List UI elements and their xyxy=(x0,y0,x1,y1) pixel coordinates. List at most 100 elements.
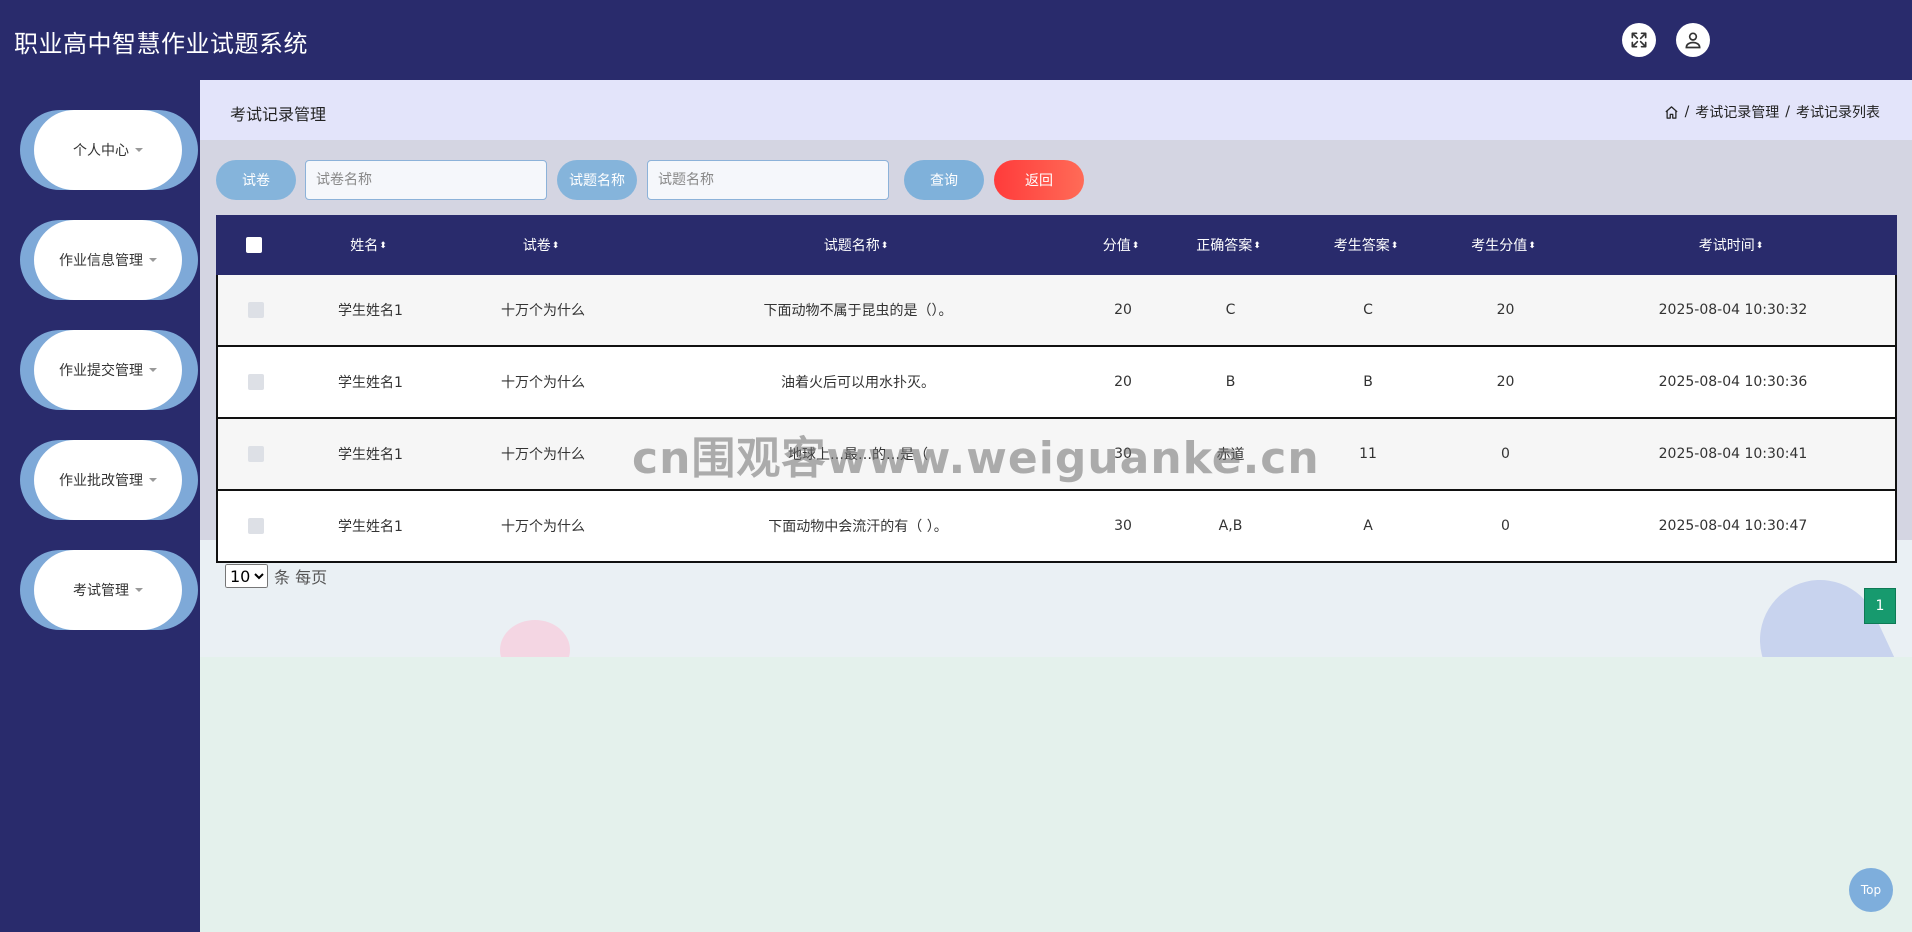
sort-icon: ⬍ xyxy=(1131,241,1140,251)
student-name-cell: 学生姓名1 xyxy=(338,519,403,535)
fullscreen-icon xyxy=(1631,32,1647,48)
row-select-cell xyxy=(218,302,293,318)
student-answer-cell: B xyxy=(1363,374,1373,390)
correct-answer-cell: A,B xyxy=(1218,518,1243,534)
sidebar-item-homework-grading[interactable]: 作业批改管理 xyxy=(20,440,198,520)
question-name-input[interactable] xyxy=(647,160,889,200)
back-to-top-button[interactable]: Top xyxy=(1849,868,1893,912)
paper-name-input[interactable] xyxy=(305,160,547,200)
page-button-current[interactable]: 1 xyxy=(1864,588,1896,624)
row-checkbox[interactable] xyxy=(247,374,264,390)
sidebar-item-personal-center[interactable]: 个人中心 xyxy=(20,110,198,190)
table-header: 姓名⬍ 试卷⬍ 试题名称⬍ 分值⬍ 正确答案⬍ 考生答案⬍ 考生分值⬍ 考试时间… xyxy=(216,215,1897,275)
student-score-cell: 0 xyxy=(1501,446,1510,462)
sort-icon: ⬍ xyxy=(1528,241,1536,251)
table-row[interactable]: 学生姓名1 十万个为什么 下面动物中会流汗的有（ ）。 30 A,B A 0 2… xyxy=(216,491,1897,563)
row-select-cell xyxy=(218,518,293,534)
score-cell: 20 xyxy=(1114,374,1132,390)
sort-icon: ⬍ xyxy=(551,241,560,251)
sidebar-item-body: 考试管理 xyxy=(34,550,182,630)
paper-label: 试卷 xyxy=(216,160,296,200)
back-button[interactable]: 返回 xyxy=(994,160,1084,200)
sidebar: 个人中心 作业信息管理 作业提交管理 作业批改管理 考试管理 xyxy=(0,80,200,932)
page-title: 考试记录管理 xyxy=(230,105,327,124)
breadcrumb-separator: / xyxy=(1785,104,1790,120)
sidebar-item-body: 作业批改管理 xyxy=(34,440,182,520)
caret-down-icon xyxy=(135,588,143,592)
page-size-select[interactable]: 10 xyxy=(225,564,268,588)
home-icon[interactable] xyxy=(1664,105,1679,120)
row-checkbox[interactable] xyxy=(247,518,264,534)
sidebar-item-body: 个人中心 xyxy=(34,110,182,190)
paper-cell: 十万个为什么 xyxy=(501,303,585,319)
page-size-suffix: 条 每页 xyxy=(274,568,328,587)
sidebar-item-body: 作业提交管理 xyxy=(34,330,182,410)
breadcrumb-bar: 考试记录管理 / 考试记录管理 / 考试记录列表 xyxy=(200,80,1912,140)
table-row[interactable]: 学生姓名1 十万个为什么 油着火后可以用水扑灭。 20 B B 20 2025-… xyxy=(216,347,1897,419)
sidebar-item-label: 作业批改管理 xyxy=(59,473,143,489)
table-row[interactable]: 学生姓名1 十万个为什么 下面动物不属于昆虫的是（）。 20 C C 20 20… xyxy=(216,275,1897,347)
page-size-control: 10 条 每页 xyxy=(225,564,327,588)
sidebar-item-label: 考试管理 xyxy=(73,583,129,599)
column-header[interactable]: 正确答案⬍ xyxy=(1166,235,1291,255)
column-header[interactable]: 考生答案⬍ xyxy=(1291,235,1441,255)
sidebar-item-label: 作业信息管理 xyxy=(59,253,143,269)
row-select-cell xyxy=(218,374,293,390)
student-name-cell: 学生姓名1 xyxy=(338,447,403,463)
user-button[interactable] xyxy=(1676,23,1710,57)
question-cell: 油着火后可以用水扑灭。 xyxy=(781,375,935,391)
score-cell: 20 xyxy=(1114,302,1132,318)
sort-icon: ⬍ xyxy=(1755,241,1764,251)
app-title: 职业高中智慧作业试题系统 xyxy=(14,30,308,58)
caret-down-icon xyxy=(149,478,157,482)
watermark: cn围观客www.weiguanke.cn xyxy=(632,433,1320,484)
query-button[interactable]: 查询 xyxy=(904,160,984,200)
question-cell: 下面动物中会流汗的有（ ）。 xyxy=(768,519,948,535)
breadcrumb-item[interactable]: 考试记录管理 xyxy=(1695,102,1779,122)
student-score-cell: 20 xyxy=(1496,374,1515,390)
exam-time-cell: 2025-08-04 10:30:41 xyxy=(1658,446,1808,462)
column-header[interactable]: 试题名称⬍ xyxy=(636,235,1076,255)
paper-cell: 十万个为什么 xyxy=(501,519,585,535)
sidebar-item-exam-management[interactable]: 考试管理 xyxy=(20,550,198,630)
student-score-cell: 0 xyxy=(1501,518,1510,534)
exam-time-cell: 2025-08-04 10:30:32 xyxy=(1658,302,1808,318)
sidebar-item-homework-submit[interactable]: 作业提交管理 xyxy=(20,330,198,410)
breadcrumb-item: 考试记录列表 xyxy=(1796,105,1880,121)
select-all-checkbox[interactable] xyxy=(245,237,262,253)
column-header[interactable]: 考试时间⬍ xyxy=(1566,235,1896,255)
column-header[interactable]: 考生分值⬍ xyxy=(1441,235,1566,255)
correct-answer-cell: B xyxy=(1225,374,1236,390)
row-checkbox[interactable] xyxy=(247,302,264,318)
exam-record-table: 姓名⬍ 试卷⬍ 试题名称⬍ 分值⬍ 正确答案⬍ 考生答案⬍ 考生分值⬍ 考试时间… xyxy=(216,215,1897,563)
breadcrumb-separator: / xyxy=(1684,104,1690,120)
row-select-cell xyxy=(218,446,293,462)
sidebar-item-homework-info[interactable]: 作业信息管理 xyxy=(20,220,198,300)
sort-icon: ⬍ xyxy=(880,241,889,251)
exam-time-cell: 2025-08-04 10:30:36 xyxy=(1658,374,1808,390)
exam-time-cell: 2025-08-04 10:30:47 xyxy=(1658,518,1808,534)
caret-down-icon xyxy=(149,258,157,262)
sidebar-item-label: 作业提交管理 xyxy=(59,363,143,379)
correct-answer-cell: C xyxy=(1225,302,1236,318)
caret-down-icon xyxy=(149,368,157,372)
top-bar: 职业高中智慧作业试题系统 xyxy=(0,0,1912,80)
paper-cell: 十万个为什么 xyxy=(501,375,585,391)
question-label: 试题名称 xyxy=(557,160,637,200)
student-answer-cell: C xyxy=(1363,302,1373,318)
fullscreen-button[interactable] xyxy=(1622,23,1656,57)
user-icon xyxy=(1685,32,1701,49)
student-name-cell: 学生姓名1 xyxy=(338,303,403,319)
row-checkbox[interactable] xyxy=(247,446,264,462)
sidebar-item-body: 作业信息管理 xyxy=(34,220,182,300)
paper-cell: 十万个为什么 xyxy=(501,447,585,463)
column-header[interactable]: 姓名⬍ xyxy=(291,235,446,255)
sidebar-item-label: 个人中心 xyxy=(73,143,129,159)
column-header[interactable]: 试卷⬍ xyxy=(446,235,636,255)
breadcrumb: / 考试记录管理 / 考试记录列表 xyxy=(1664,102,1880,122)
select-all-cell xyxy=(216,237,291,253)
caret-down-icon xyxy=(135,148,143,152)
sort-icon: ⬍ xyxy=(1390,241,1399,251)
student-answer-cell: A xyxy=(1363,518,1373,534)
column-header[interactable]: 分值⬍ xyxy=(1076,235,1166,255)
